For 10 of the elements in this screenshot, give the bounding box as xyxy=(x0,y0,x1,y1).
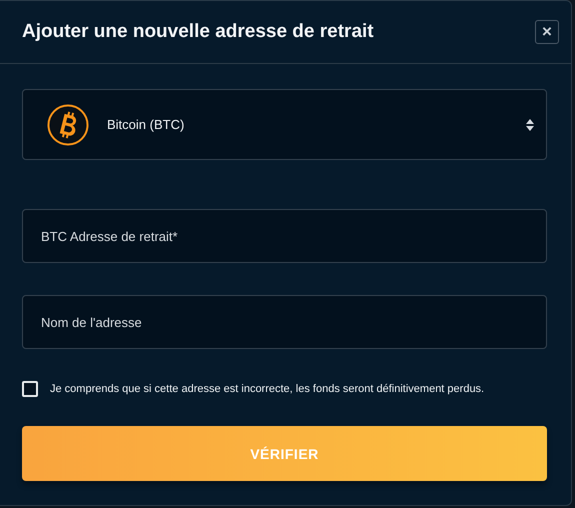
close-button[interactable]: × xyxy=(535,20,559,44)
bitcoin-icon xyxy=(47,104,89,146)
currency-select[interactable]: Bitcoin (BTC) xyxy=(22,89,547,160)
checkbox[interactable] xyxy=(22,381,38,397)
agreement-label: Je comprends que si cette adresse est incorrecte, les fonds seront définitivement perdus. xyxy=(50,383,484,395)
currency-value: Bitcoin (BTC) xyxy=(107,117,186,132)
input-field[interactable]: BTC Adresse de retrait* xyxy=(22,209,547,263)
sort-caret-icon xyxy=(526,118,534,130)
input-field[interactable]: Nom de l'adresse xyxy=(22,295,547,349)
dialog-title: Ajouter une nouvelle adresse de retrait xyxy=(22,21,374,43)
